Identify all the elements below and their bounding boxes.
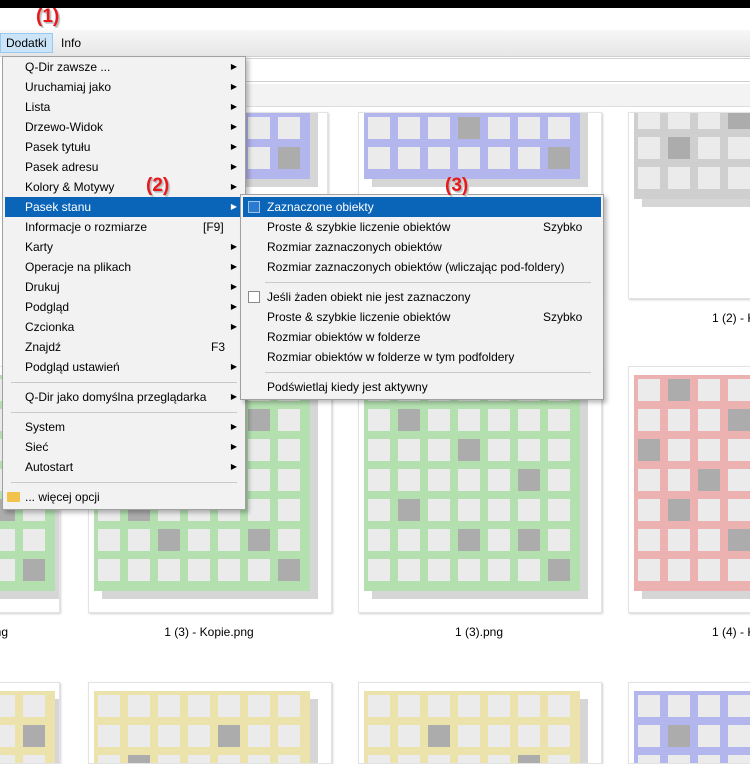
thumbnail-r3-c4[interactable] [628, 682, 750, 764]
file-caption[interactable]: 1 (3).png [364, 625, 594, 639]
menu-dodatki[interactable]: Dodatki [0, 33, 53, 53]
menu-item-uruchamiaj-jako[interactable]: Uruchamiaj jako ▶ [5, 77, 243, 97]
window-top-edge [0, 0, 750, 8]
submenu-item-rozmiar-zaznaczonych-pod-foldery[interactable]: Rozmiar zaznaczonych obiektów (wliczając… [243, 257, 601, 277]
menu-separator [11, 412, 237, 413]
menu-bar: Dodatki Info [0, 30, 750, 57]
menu-item-podglad-ustawien[interactable]: Podgląd ustawień ▶ [5, 357, 243, 377]
submenu-item-rozmiar-zaznaczonych[interactable]: Rozmiar zaznaczonych obiektów [243, 237, 601, 257]
menu-separator [11, 382, 237, 383]
submenu-item-proste-liczenie-2[interactable]: Proste & szybkie liczenie obiektów Szybko [243, 307, 601, 327]
address-bar[interactable] [240, 58, 750, 82]
thumbnail-r3-c1[interactable] [0, 682, 60, 764]
menu-info[interactable]: Info [56, 34, 86, 52]
file-caption[interactable]: 1 (4) - Kopie [630, 625, 750, 639]
folder-icon [7, 492, 20, 502]
menu-item-kolory-motywy[interactable]: Kolory & Motywy ▶ [5, 177, 243, 197]
menu-item-lista[interactable]: Lista ▶ [5, 97, 243, 117]
menu-item-autostart[interactable]: Autostart ▶ [5, 457, 243, 477]
menu-item-czcionka[interactable]: Czcionka ▶ [5, 317, 243, 337]
menu-separator [11, 482, 237, 483]
submenu-item-rozmiar-w-folderze-podfoldery[interactable]: Rozmiar obiektów w folderze w tym podfol… [243, 347, 601, 367]
checkbox-icon[interactable] [248, 201, 260, 213]
menu-item-karty[interactable]: Karty ▶ [5, 237, 243, 257]
menu-item-wiecej-opcji[interactable]: ... więcej opcji [5, 487, 243, 507]
submenu-item-proste-liczenie[interactable]: Proste & szybkie liczenie obiektów Szybko [243, 217, 601, 237]
file-caption[interactable]: 1 (3) - Kopie.png [94, 625, 324, 639]
submenu-item-jesli-zaden-obiekt[interactable]: Jeśli żaden obiekt nie jest zaznaczony [243, 287, 601, 307]
checkbox-icon[interactable] [248, 291, 260, 303]
file-caption[interactable]: ng [0, 625, 8, 639]
submenu-item-rozmiar-w-folderze[interactable]: Rozmiar obiektów w folderze [243, 327, 601, 347]
menu-item-drukuj[interactable]: Drukuj ▶ [5, 277, 243, 297]
submenu-separator [265, 282, 591, 283]
menu-item-domyslna-przegladarka[interactable]: Q-Dir jako domyślna przeglądarka ▶ [5, 387, 243, 407]
thumbnail-r3-c2[interactable] [88, 682, 332, 764]
menu-item-operacje-na-plikach[interactable]: Operacje na plikach ▶ [5, 257, 243, 277]
menu-item-podglad[interactable]: Podgląd ▶ [5, 297, 243, 317]
submenu-separator [265, 372, 591, 373]
menu-item-pasek-tytulu[interactable]: Pasek tytułu ▶ [5, 137, 243, 157]
menu-item-pasek-adresu[interactable]: Pasek adresu ▶ [5, 157, 243, 177]
dodatki-menu: Q-Dir zawsze ... ▶ Uruchamiaj jako ▶ Lista… [2, 56, 246, 510]
thumbnail-r2-c4[interactable] [628, 366, 750, 613]
annotation-1: (1) [36, 6, 60, 27]
toolbar [240, 84, 750, 107]
menu-item-drzewo-widok[interactable]: Drzewo-Widok ▶ [5, 117, 243, 137]
menu-item-pasek-stanu[interactable]: Pasek stanu ▶ [5, 197, 243, 217]
menu-item-q-dir-zawsze[interactable]: Q-Dir zawsze ... ▶ [5, 57, 243, 77]
menu-item-siec[interactable]: Sieć ▶ [5, 437, 243, 457]
submenu-item-podswietlaj[interactable]: Podświetlaj kiedy jest aktywny [243, 377, 601, 397]
annotation-3: (3) [445, 175, 469, 196]
file-caption[interactable]: 1 (2) - Kopie [630, 311, 750, 325]
menu-item-znajdz[interactable]: Znajdź F3 [5, 337, 243, 357]
thumbnail-r2-c3[interactable] [358, 366, 602, 613]
menu-item-informacje-o-rozmiarze[interactable]: Informacje o rozmiarze [F9] [5, 217, 243, 237]
annotation-2: (2) [146, 175, 170, 196]
submenu-item-zaznaczone-obiekty[interactable]: Zaznaczone obiekty [243, 197, 601, 217]
thumbnail-r1-c4[interactable] [628, 112, 750, 299]
menu-item-system[interactable]: System ▶ [5, 417, 243, 437]
thumbnail-r3-c3[interactable] [358, 682, 602, 764]
pasek-stanu-submenu: Zaznaczone obiekty Proste & szybkie licz… [240, 194, 604, 400]
